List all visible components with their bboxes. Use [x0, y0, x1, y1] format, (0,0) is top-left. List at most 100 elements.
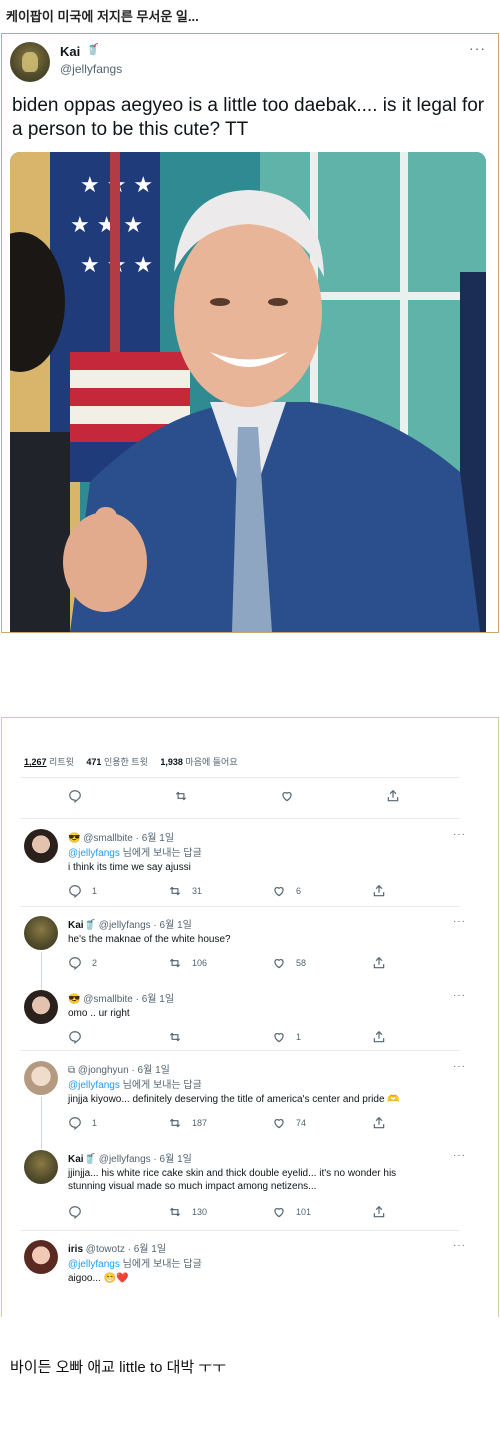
reply-item[interactable]: Kai🥤 @jellyfangs · 6월 1일 ··· jjinjja... … [20, 1150, 470, 1230]
reply-header: iris @towotz · 6월 1일 [68, 1240, 166, 1255]
reply-author-name[interactable]: Kai [68, 920, 84, 931]
reply-text: omo .. ur right [68, 1008, 130, 1019]
avatar[interactable] [24, 1061, 58, 1095]
more-options-icon[interactable]: ··· [453, 1240, 466, 1251]
author-handle[interactable]: @jellyfangs [60, 62, 122, 76]
like-count: 58 [296, 958, 307, 968]
reply-date[interactable]: · 6월 1일 [131, 1065, 169, 1076]
reply-text: he's the maknae of the white house? [68, 934, 231, 945]
author-name[interactable]: Kai [60, 44, 80, 59]
share-icon[interactable] [372, 1205, 386, 1219]
retweet-action[interactable]: 187 [168, 1116, 207, 1130]
reply-date[interactable]: · 6월 1일 [153, 920, 191, 931]
reply-item[interactable]: iris @towotz · 6월 1일 ··· @jellyfangs 님에게… [20, 1240, 470, 1300]
more-options-icon[interactable]: ··· [453, 1150, 466, 1161]
reply-item[interactable]: 😎 @smallbite · 6월 1일 ··· @jellyfangs 님에게… [20, 829, 470, 909]
reply-author-name[interactable]: iris [68, 1244, 83, 1255]
reply-text: jinjja kiyowo... definitely deserving th… [68, 1094, 400, 1105]
like-count: 6 [296, 886, 302, 896]
like-action[interactable]: 1 [272, 1030, 301, 1044]
like-count: 101 [296, 1207, 312, 1217]
likes-label[interactable]: 마음에 들어요 [185, 757, 237, 767]
reply-date[interactable]: · 6월 1일 [136, 833, 174, 844]
quotes-label[interactable]: 인용한 트윗 [104, 757, 148, 767]
avatar[interactable] [24, 1240, 58, 1274]
more-options-icon[interactable]: ··· [453, 829, 466, 840]
page-title: 케이팝이 미국에 저지른 무서운 일... [6, 9, 199, 24]
reply-item[interactable]: Kai🥤 @jellyfangs · 6월 1일 ··· he's the ma… [20, 916, 470, 996]
mention-link[interactable]: @jellyfangs [68, 1080, 120, 1091]
more-options-icon[interactable]: ··· [453, 916, 466, 927]
caption-text: 바이든 오빠 애교 little to 대박 ㅜㅜ [10, 1359, 226, 1376]
share-icon[interactable] [372, 1030, 386, 1044]
reply-author-name[interactable]: Kai [68, 1154, 84, 1165]
mention-link[interactable]: @jellyfangs [68, 1259, 120, 1270]
like-action[interactable]: 6 [272, 884, 301, 898]
more-options-icon[interactable]: ··· [453, 1061, 466, 1072]
reply-handle[interactable]: @jonghyun [78, 1065, 129, 1076]
thread-line [41, 952, 42, 992]
reply-date[interactable]: · 6월 1일 [136, 994, 174, 1005]
retweets-count[interactable]: 1,267 [24, 757, 47, 767]
cup-emoji: 🥤 [83, 1154, 97, 1165]
retweet-action[interactable]: 106 [168, 956, 207, 970]
reply-action[interactable] [68, 1205, 82, 1219]
replying-to-label: 님에게 보내는 답글 [119, 848, 202, 859]
avatar[interactable] [24, 990, 58, 1024]
like-count: 74 [296, 1118, 307, 1128]
share-icon[interactable] [386, 789, 400, 803]
like-action[interactable]: 101 [272, 1205, 311, 1219]
retweet-count: 31 [192, 886, 203, 896]
reply-handle[interactable]: @smallbite [83, 994, 133, 1005]
reply-handle[interactable]: @smallbite [83, 833, 133, 844]
like-action[interactable]: 74 [272, 1116, 306, 1130]
reply-item[interactable]: ⧉ @jonghyun · 6월 1일 ··· @jellyfangs 님에게 … [20, 1061, 470, 1151]
retweet-action[interactable]: 130 [168, 1205, 207, 1219]
reply-count: 2 [92, 958, 98, 968]
share-icon[interactable] [372, 1116, 386, 1130]
quotes-count[interactable]: 471 [86, 757, 101, 767]
divider [20, 818, 460, 819]
likes-count[interactable]: 1,938 [160, 757, 183, 767]
avatar[interactable] [10, 42, 50, 82]
tweet-photo[interactable]: ★ ★ ★ ★ ★ ★ ★ ★ ★ [10, 152, 486, 632]
retweet-icon[interactable] [174, 789, 188, 803]
reply-handle[interactable]: @jellyfangs [99, 1154, 151, 1165]
reply-count: 1 [92, 886, 98, 896]
reply-header: 😎 @smallbite · 6월 1일 [68, 990, 174, 1005]
reply-date[interactable]: · 6월 1일 [128, 1244, 166, 1255]
like-icon[interactable] [280, 789, 294, 803]
avatar[interactable] [24, 1150, 58, 1184]
reply-count: 1 [92, 1118, 98, 1128]
reply-handle[interactable]: @jellyfangs [99, 920, 151, 931]
share-icon[interactable] [372, 884, 386, 898]
avatar[interactable] [24, 916, 58, 950]
avatar[interactable] [24, 829, 58, 863]
replying-to: @jellyfangs 님에게 보내는 답글 [68, 1255, 202, 1270]
retweet-action[interactable]: 31 [168, 884, 202, 898]
retweet-count: 130 [192, 1207, 208, 1217]
reply-action[interactable]: 1 [68, 1116, 97, 1130]
reply-text: aigoo... 😁❤️ [68, 1273, 129, 1284]
share-icon[interactable] [372, 956, 386, 970]
retweet-count: 187 [192, 1118, 208, 1128]
retweet-action[interactable] [168, 1030, 182, 1044]
more-options-icon[interactable]: ··· [453, 990, 466, 1001]
reply-icon[interactable] [68, 789, 82, 803]
reply-date[interactable]: · 6월 1일 [153, 1154, 191, 1165]
profile-icon: ⧉ [68, 1065, 76, 1076]
more-options-icon[interactable]: ··· [469, 40, 486, 56]
retweets-label[interactable]: 리트윗 [49, 757, 74, 767]
reply-action[interactable] [68, 1030, 82, 1044]
reply-action[interactable]: 2 [68, 956, 97, 970]
replying-to-label: 님에게 보내는 답글 [119, 1259, 202, 1270]
reply-action[interactable]: 1 [68, 884, 97, 898]
tweet-text: biden oppas aegyeo is a little too daeba… [12, 95, 485, 140]
divider [20, 1230, 460, 1231]
mention-link[interactable]: @jellyfangs [68, 848, 120, 859]
like-action[interactable]: 58 [272, 956, 306, 970]
replying-to: @jellyfangs 님에게 보내는 답글 [68, 844, 202, 859]
reply-handle[interactable]: @towotz [86, 1244, 125, 1255]
divider [20, 906, 460, 907]
reply-text: i think its time we say ajussi [68, 862, 191, 873]
